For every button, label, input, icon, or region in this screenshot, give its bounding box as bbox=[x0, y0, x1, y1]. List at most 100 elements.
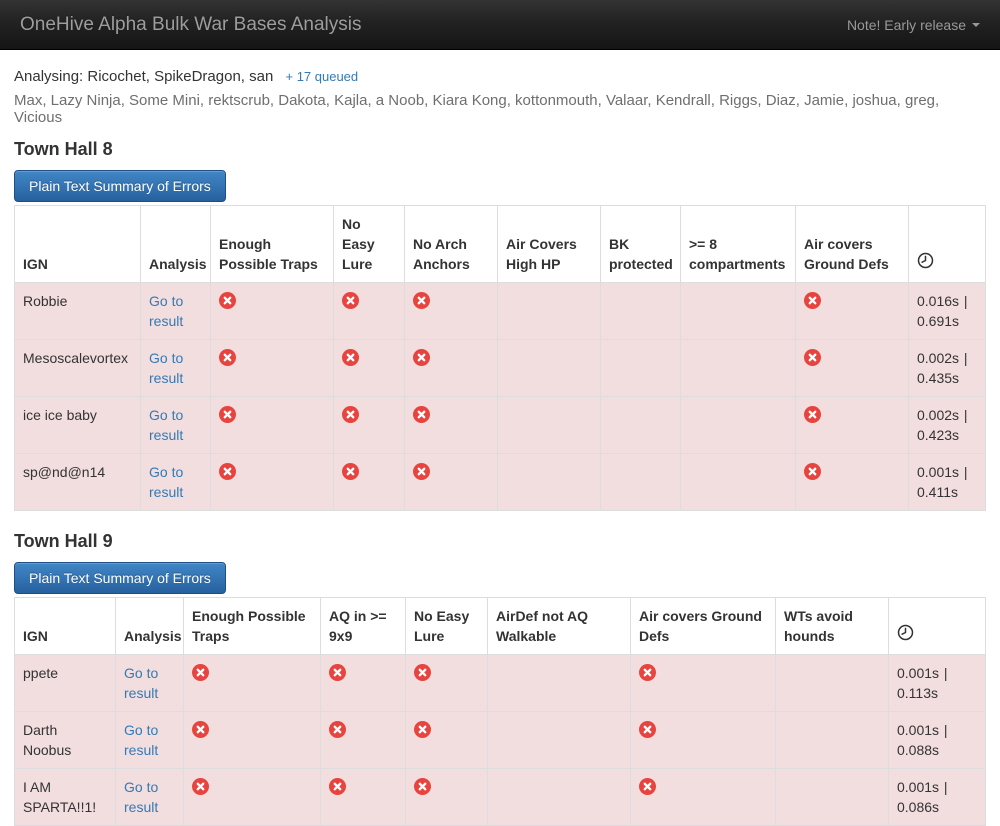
plain-text-summary-button[interactable]: Plain Text Summary of Errors bbox=[14, 170, 226, 202]
error-icon bbox=[329, 778, 346, 795]
column-header: Enough Possible Traps bbox=[211, 206, 334, 283]
analysis-table: IGNAnalysisEnough Possible TrapsNo Easy … bbox=[14, 205, 986, 511]
ign-cell: Robbie bbox=[15, 283, 141, 340]
ign-cell: sp@nd@n14 bbox=[15, 454, 141, 511]
error-cell bbox=[776, 712, 889, 769]
error-cell bbox=[211, 397, 334, 454]
column-header: IGN bbox=[15, 598, 116, 655]
table-row: ice ice babyGo to result0.002s | 0.423s bbox=[15, 397, 986, 454]
ign-cell: ice ice baby bbox=[15, 397, 141, 454]
error-cell bbox=[601, 283, 681, 340]
error-cell bbox=[488, 655, 631, 712]
analysis-cell: Go to result bbox=[141, 397, 211, 454]
error-icon bbox=[219, 406, 236, 423]
error-cell bbox=[406, 712, 488, 769]
error-icon bbox=[413, 292, 430, 309]
error-cell bbox=[334, 340, 405, 397]
analysing-status: Analysing: Ricochet, SpikeDragon, san + … bbox=[14, 68, 986, 85]
error-cell bbox=[681, 283, 796, 340]
column-header: Analysis bbox=[116, 598, 184, 655]
column-header: AirDef not AQ Walkable bbox=[488, 598, 631, 655]
error-icon bbox=[329, 721, 346, 738]
time-cell: 0.001s | 0.411s bbox=[909, 454, 986, 511]
error-cell bbox=[498, 283, 601, 340]
column-header: Air covers Ground Defs bbox=[796, 206, 909, 283]
error-icon bbox=[804, 292, 821, 309]
queued-link[interactable]: + 17 queued bbox=[285, 69, 358, 84]
navbar: OneHive Alpha Bulk War Bases Analysis No… bbox=[0, 0, 1000, 50]
error-cell bbox=[601, 454, 681, 511]
analysis-cell: Go to result bbox=[141, 340, 211, 397]
go-to-result-link[interactable]: Go to result bbox=[124, 665, 158, 701]
table-row: RobbieGo to result0.016s | 0.691s bbox=[15, 283, 986, 340]
plain-text-summary-button[interactable]: Plain Text Summary of Errors bbox=[14, 562, 226, 594]
error-icon bbox=[804, 463, 821, 480]
go-to-result-link[interactable]: Go to result bbox=[149, 350, 183, 386]
error-icon bbox=[414, 664, 431, 681]
error-cell bbox=[406, 769, 488, 826]
error-icon bbox=[804, 406, 821, 423]
table-row: Darth NoobusGo to result0.001s | 0.088s bbox=[15, 712, 986, 769]
go-to-result-link[interactable]: Go to result bbox=[149, 293, 183, 329]
table-row: ppeteGo to result 0.001s | 0.113s bbox=[15, 655, 986, 712]
error-icon bbox=[192, 721, 209, 738]
error-cell bbox=[334, 283, 405, 340]
go-to-result-link[interactable]: Go to result bbox=[124, 722, 158, 758]
column-header: IGN bbox=[15, 206, 141, 283]
error-cell bbox=[776, 769, 889, 826]
error-cell bbox=[488, 712, 631, 769]
column-header: No Arch Anchors bbox=[405, 206, 498, 283]
go-to-result-link[interactable]: Go to result bbox=[124, 779, 158, 815]
error-icon bbox=[342, 463, 359, 480]
error-cell bbox=[321, 655, 406, 712]
column-header: BK protected bbox=[601, 206, 681, 283]
column-header: AQ in >= 9x9 bbox=[321, 598, 406, 655]
error-cell bbox=[796, 283, 909, 340]
error-cell bbox=[796, 454, 909, 511]
error-cell bbox=[211, 454, 334, 511]
early-release-menu[interactable]: Note! Early release bbox=[847, 17, 980, 33]
error-cell bbox=[776, 655, 889, 712]
analysis-cell: Go to result bbox=[116, 769, 184, 826]
table-row: I AM SPARTA!!1!Go to result0.001s | 0.08… bbox=[15, 769, 986, 826]
town-hall-9-section: Town Hall 9 Plain Text Summary of Errors… bbox=[14, 531, 986, 826]
time-column-header bbox=[889, 598, 986, 655]
error-cell bbox=[601, 397, 681, 454]
error-icon bbox=[342, 292, 359, 309]
column-header: No Easy Lure bbox=[334, 206, 405, 283]
error-cell bbox=[334, 397, 405, 454]
column-header: Analysis bbox=[141, 206, 211, 283]
error-cell bbox=[796, 397, 909, 454]
header-row: IGNAnalysisEnough Possible TrapsAQ in >=… bbox=[15, 598, 986, 655]
section-title: Town Hall 9 bbox=[14, 531, 986, 552]
error-icon bbox=[329, 664, 346, 681]
time-cell: 0.002s | 0.435s bbox=[909, 340, 986, 397]
table-row: sp@nd@n14Go to result 0.001s | 0.411s bbox=[15, 454, 986, 511]
error-cell bbox=[631, 769, 776, 826]
error-icon bbox=[219, 292, 236, 309]
column-header: >= 8 compartments bbox=[681, 206, 796, 283]
error-cell bbox=[184, 655, 321, 712]
time-cell: 0.001s | 0.113s bbox=[889, 655, 986, 712]
error-cell bbox=[681, 340, 796, 397]
column-header: No Easy Lure bbox=[406, 598, 488, 655]
early-release-menu-label: Note! Early release bbox=[847, 17, 966, 33]
error-cell bbox=[321, 769, 406, 826]
error-icon bbox=[192, 664, 209, 681]
error-cell bbox=[321, 712, 406, 769]
analysis-cell: Go to result bbox=[116, 655, 184, 712]
go-to-result-link[interactable]: Go to result bbox=[149, 407, 183, 443]
ign-cell: ppete bbox=[15, 655, 116, 712]
time-cell: 0.001s | 0.088s bbox=[889, 712, 986, 769]
error-icon bbox=[639, 721, 656, 738]
ign-cell: I AM SPARTA!!1! bbox=[15, 769, 116, 826]
column-header: Air covers Ground Defs bbox=[631, 598, 776, 655]
error-cell bbox=[184, 712, 321, 769]
error-cell bbox=[498, 397, 601, 454]
queue-list: Max, Lazy Ninja, Some Mini, rektscrub, D… bbox=[14, 92, 986, 126]
error-cell bbox=[796, 340, 909, 397]
go-to-result-link[interactable]: Go to result bbox=[149, 464, 183, 500]
caret-down-icon bbox=[972, 23, 980, 27]
main-content: Analysing: Ricochet, SpikeDragon, san + … bbox=[0, 50, 1000, 826]
analysing-text: Analysing: Ricochet, SpikeDragon, san bbox=[14, 68, 273, 85]
